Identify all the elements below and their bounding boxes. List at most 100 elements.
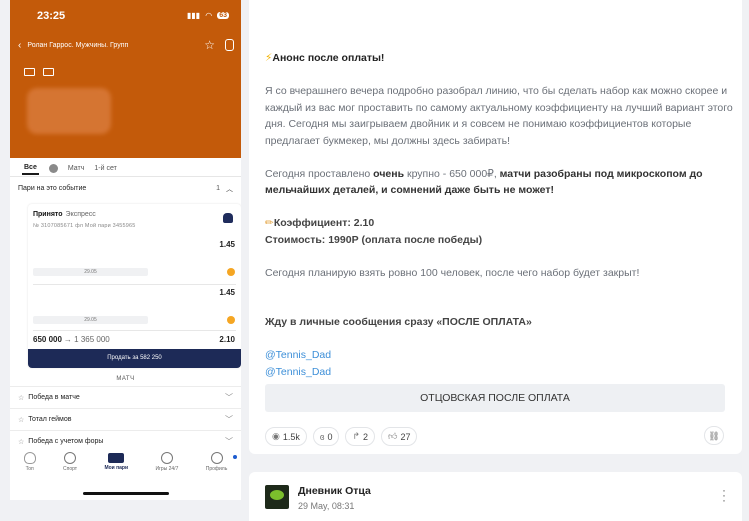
shares-count: 2 — [363, 431, 369, 442]
bet-type: Экспресс — [65, 211, 96, 218]
tab-first-set[interactable]: 1-й сет — [94, 165, 116, 172]
comments-chip[interactable]: ɞ0 — [312, 427, 340, 446]
price-line: Стоимость: 1990Р (оплата после победы) — [265, 233, 483, 246]
post-paragraph: Сегодня планирую взять ровно 100 человек… — [265, 266, 640, 279]
share-icon: ↱ — [352, 431, 361, 441]
nav-sport[interactable]: Спорт — [63, 452, 77, 482]
nav-games[interactable]: Игры 24/7 — [155, 452, 178, 482]
text-run: Сегодня проставлено — [265, 167, 374, 180]
views-count: 1.5k — [282, 431, 300, 442]
bet-status: Принято Экспресс — [33, 211, 96, 218]
eye-icon: ◉ — [272, 431, 280, 441]
settings-toggle-icon[interactable] — [225, 39, 234, 51]
potential-win: → 1 365 000 — [63, 335, 110, 344]
profile-icon — [210, 452, 223, 464]
comments-count: 0 — [327, 431, 333, 442]
channel-avatar[interactable] — [265, 485, 289, 509]
event-nav: ‹ Ролан Гаррос. Мужчины. Групп ☆ — [18, 38, 234, 52]
market-row[interactable]: ☆ Победа с учетом форы ﹀ — [10, 430, 241, 452]
chevron-down-icon: ﹀ — [225, 393, 233, 402]
copy-link-icon[interactable]: ⛓ — [704, 426, 724, 445]
text-run: очень — [373, 167, 405, 180]
nav-label: Игры 24/7 — [155, 466, 179, 472]
chevron-up-icon: ︿ — [226, 185, 233, 193]
leg-odd: 1.45 — [219, 288, 235, 297]
nav-label: Топ — [25, 466, 34, 472]
back-chevron-icon[interactable]: ‹ — [18, 40, 21, 51]
comments-icon: ɞ — [319, 431, 325, 442]
bet-number: № 3107085671 фл Мой пари 3455965 — [33, 223, 136, 229]
market-row[interactable]: ☆ Тотал геймов ﹀ — [10, 408, 241, 430]
nav-top[interactable]: Топ — [23, 452, 36, 482]
market-row[interactable]: ☆ Победа в матче ﹀ — [10, 386, 241, 408]
post-paragraph: Сегодня проставлено очень крупно - 650 0… — [265, 166, 735, 199]
shares-chip[interactable]: ↱ 2 — [345, 427, 376, 446]
coin-icon — [227, 316, 235, 324]
tab-match[interactable]: Матч — [68, 165, 85, 172]
likes-count: 27 — [400, 431, 411, 442]
bottom-nav: Топ Спорт Мои пари Игры 24/7 Профиль — [10, 452, 241, 482]
bets-section-title: Пари на это событие — [18, 185, 87, 192]
nav-profile[interactable]: Профиль — [206, 452, 227, 482]
phone-screenshot: 23:25 ▮▮▮ ◠ 63 ‹ Ролан Гаррос. Мужчины. … — [10, 0, 241, 500]
post-title-text: Анонс после оплаты! — [272, 52, 385, 64]
post-text: ⚡Анонс после оплаты! Я со вчерашнего веч… — [265, 50, 735, 380]
channel-link[interactable]: @Tennis_Dad — [265, 364, 735, 381]
bet-card[interactable]: Принято Экспресс № 3107085671 фл Мой пари… — [28, 204, 241, 368]
leg-odd: 1.45 — [219, 240, 235, 249]
star-icon[interactable]: ☆ — [18, 394, 24, 402]
nav-label: Мои пари — [104, 465, 129, 471]
views-chip: ◉ 1.5k — [265, 427, 307, 446]
coefficient-line: ✏Коэффициент: 2.10 — [265, 215, 735, 232]
chevron-down-icon: ﹀ — [225, 415, 233, 424]
signal-icon: ▮▮▮ — [187, 11, 201, 20]
tennis-ball-icon — [48, 163, 58, 173]
tv-icon[interactable] — [24, 68, 35, 76]
nav-my-bets[interactable]: Мои пари — [104, 452, 128, 482]
sell-bet-button[interactable]: Продать за 582 250 — [28, 349, 241, 368]
coin-icon — [227, 268, 235, 276]
bell-icon[interactable] — [223, 213, 233, 223]
market-tabs: Все Матч 1-й сет — [10, 160, 241, 177]
post-paragraph: Я со вчерашнего вечера подробно разобрал… — [265, 85, 733, 147]
match-section-label: МАТЧ — [116, 376, 135, 382]
battery-icon: 63 — [217, 12, 229, 19]
divider — [33, 330, 236, 331]
nav-label: Спорт — [63, 466, 78, 472]
post-date: 29 May, 08:31 — [298, 501, 355, 511]
home-indicator — [83, 492, 169, 495]
bets-section-header[interactable]: Пари на это событие 1 ︿ — [10, 181, 241, 196]
market-title: Тотал геймов — [28, 416, 72, 423]
wifi-icon: ◠ — [205, 11, 213, 20]
media-row — [24, 68, 54, 76]
camera-icon[interactable] — [43, 68, 54, 76]
ticket-icon — [108, 453, 125, 463]
ball-icon — [64, 452, 77, 464]
tab-all[interactable]: Все — [22, 161, 39, 175]
stake-value: 650 000 — [33, 335, 62, 344]
status-icons: ▮▮▮ ◠ 63 — [187, 11, 229, 20]
channel-post: ⚡Анонс после оплаты! Я со вчерашнего веч… — [249, 0, 742, 454]
flame-icon — [23, 452, 36, 464]
star-icon[interactable]: ☆ — [204, 38, 215, 52]
likes-chip[interactable]: 👍︎ 27 — [381, 427, 418, 446]
post-reactions: ◉ 1.5k ɞ0 ↱ 2 👍︎ 27 — [265, 427, 418, 446]
total-odd: 2.10 — [219, 335, 235, 344]
market-title: Победа с учетом форы — [28, 438, 104, 445]
next-post: Дневник Отца 29 May, 08:31 · · · — [249, 472, 742, 521]
more-menu-icon[interactable]: · · · — [722, 484, 726, 506]
divider — [33, 284, 236, 285]
text-run: крупно - 650 000₽, — [404, 167, 500, 180]
bet-amount: 650 000 → 1 365 000 — [33, 335, 110, 344]
coefficient-text: Коэффициент: 2.10 — [273, 217, 375, 229]
post-title: ⚡Анонс после оплаты! — [265, 50, 735, 67]
event-header: 23:25 ▮▮▮ ◠ 63 ‹ Ролан Гаррос. Мужчины. … — [10, 0, 241, 158]
post-cta-button[interactable]: ОТЦОВСКАЯ ПОСЛЕ ОПЛАТА — [265, 384, 725, 412]
leg-date: 29.05 — [33, 316, 148, 324]
channel-name[interactable]: Дневник Отца — [298, 485, 371, 497]
notification-dot — [233, 455, 237, 459]
channel-link[interactable]: @Tennis_Dad — [265, 347, 735, 364]
star-icon[interactable]: ☆ — [18, 438, 24, 446]
star-icon[interactable]: ☆ — [18, 416, 24, 424]
page: 23:25 ▮▮▮ ◠ 63 ‹ Ролан Гаррос. Мужчины. … — [0, 0, 749, 521]
